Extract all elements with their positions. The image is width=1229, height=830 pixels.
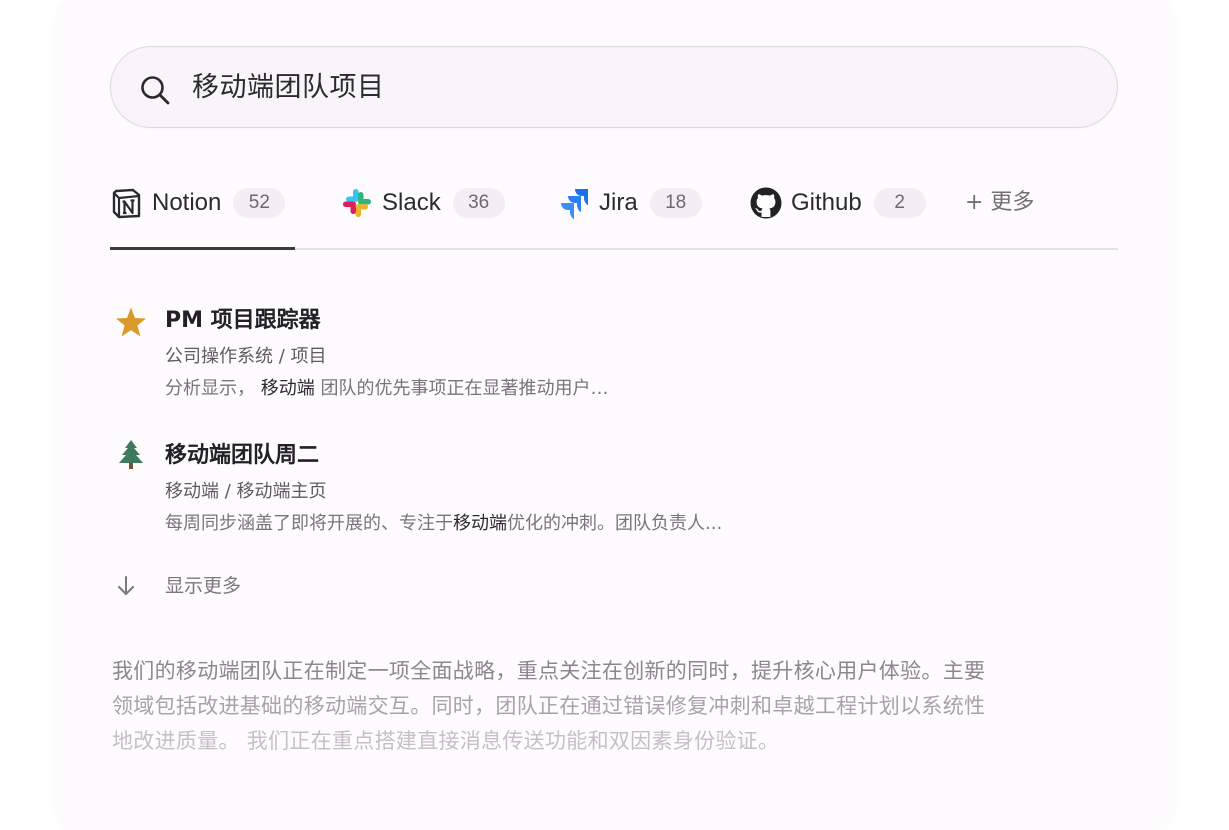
tab-slack-label: Slack: [382, 189, 441, 216]
result-title: PM 项目跟踪器: [165, 308, 321, 333]
source-tabs: Notion 52 Slack 36 Jira 18 Github 2 + 更多: [110, 180, 1118, 250]
search-icon: [141, 76, 170, 105]
tab-github-label: Github: [791, 189, 862, 216]
search-input[interactable]: 移动端团队项目: [192, 71, 385, 105]
star-icon: [116, 307, 146, 337]
show-more-label: 显示更多: [165, 575, 242, 597]
summary-line: 地改进质量。 我们正在重点搭建直接消息传送功能和双因素身份验证。: [112, 729, 780, 753]
tab-slack[interactable]: Slack 36: [340, 185, 505, 221]
result-path: 移动端 / 移动端主页: [165, 481, 327, 502]
result-path: 公司操作系统 / 项目: [165, 346, 327, 367]
ai-summary: 我们的移动端团队正在制定一项全面战略，重点关注在创新的同时，提升核心用户体验。主…: [112, 654, 1112, 759]
more-sources-button[interactable]: + 更多: [965, 185, 1034, 221]
github-icon: [750, 187, 782, 219]
search-bar[interactable]: 移动端团队项目: [110, 46, 1118, 128]
arrow-down-icon: [118, 576, 134, 595]
tree-icon: [119, 440, 143, 469]
result-title: 移动端团队周二: [165, 443, 320, 468]
tab-github[interactable]: Github 2: [749, 185, 926, 221]
search-result[interactable]: PM 项目跟踪器 公司操作系统 / 项目 分析显示， 移动端 团队的优先事项正在…: [112, 306, 1012, 406]
jira-icon: [561, 189, 588, 219]
tab-notion-count: 52: [233, 188, 286, 218]
result-snippet: 每周同步涵盖了即将开展的、专注于移动端优化的冲刺。团队负责人...: [165, 513, 723, 534]
snippet-highlight: 移动端: [260, 378, 315, 399]
tab-jira[interactable]: Jira 18: [557, 185, 702, 221]
tab-github-count: 2: [873, 188, 926, 218]
tab-jira-count: 18: [649, 188, 702, 218]
tab-notion-label: Notion: [152, 189, 222, 216]
result-snippet: 分析显示， 移动端 团队的优先事项正在显著推动用户…: [165, 378, 609, 399]
summary-line: 领域包括改进基础的移动端交互。同时，团队正在通过错误修复冲刺和卓越工程计划以系统…: [112, 694, 986, 718]
summary-line: 我们的移动端团队正在制定一项全面战略，重点关注在创新的同时，提升核心用户体验。主…: [112, 659, 986, 683]
search-result[interactable]: 移动端团队周二 移动端 / 移动端主页 每周同步涵盖了即将开展的、专注于移动端优…: [112, 440, 1012, 541]
slack-icon: [343, 189, 371, 217]
tab-jira-label: Jira: [599, 189, 638, 216]
notion-icon: [112, 188, 141, 219]
tab-slack-count: 36: [452, 188, 505, 218]
snippet-highlight: 移动端: [453, 513, 507, 534]
tab-notion[interactable]: Notion 52: [110, 185, 286, 221]
active-tab-indicator: [110, 247, 295, 250]
